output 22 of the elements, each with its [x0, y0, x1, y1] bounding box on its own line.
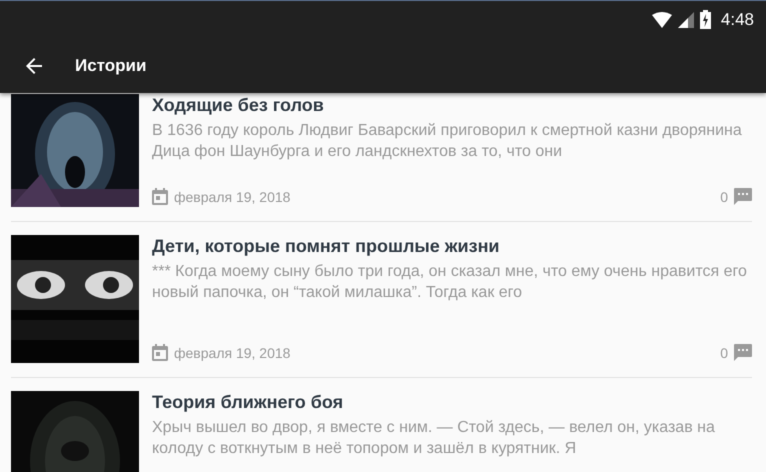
comment-icon	[734, 344, 752, 361]
story-title: Теория ближнего боя	[152, 391, 344, 413]
signal-icon	[678, 12, 694, 28]
story-excerpt: Хрыч вышел во двор, я вместе с ним. — Стой здесь, — велел он, указав на колоду с воткнутым в неё топором и зашёл в курятник. Я	[152, 418, 716, 459]
clock-time: 4:48	[720, 10, 754, 30]
battery-icon	[700, 10, 711, 29]
story-date: февраля 19, 2018	[174, 188, 290, 204]
comment-icon	[734, 188, 752, 205]
story-excerpt: В 1636 году король Людвиг Баварский приговорил к смертной казни дворянина Дица фон Шаунбурга и его ландскнехтов за то, что они	[152, 121, 743, 162]
story-excerpt: *** Когда моему сыну было три года, он сказал мне, что ему очень нравится его новый папочка, он “такой милашка”. Тогда как его	[152, 262, 748, 303]
story-title: Ходящие без голов	[152, 94, 325, 116]
comment-count: 0	[720, 344, 728, 360]
story-card[interactable]: Ходящие без голов В 1636 году король Людвиг Баварский приговорил к смертной казни дворянина Дица фон Шаунбурга и его ландскнехтов за то, что они февраля 19, 2018 0	[11, 93, 752, 222]
comment-count: 0	[720, 188, 728, 204]
story-title: Дети, которые помнят прошлые жизни	[152, 235, 501, 257]
story-date: февраля 19, 2018	[174, 344, 290, 360]
wifi-icon	[652, 12, 672, 28]
screen-title: Истории	[75, 56, 146, 76]
story-card[interactable]: Дети, которые помнят прошлые жизни *** Когда моему сыну было три года, он сказал мне, что ему очень нравится его новый папочка, он “такой милашка”. Тогда как его февраля 19, 2018 0	[11, 222, 752, 378]
story-card[interactable]: Теория ближнего боя Хрыч вышел во двор, я вместе с ним. — Стой здесь, — велел он, указав на колоду с воткнутым в неё топором и зашёл в курятник. Я	[11, 378, 752, 472]
calendar-icon	[152, 344, 168, 361]
calendar-icon	[152, 188, 168, 205]
